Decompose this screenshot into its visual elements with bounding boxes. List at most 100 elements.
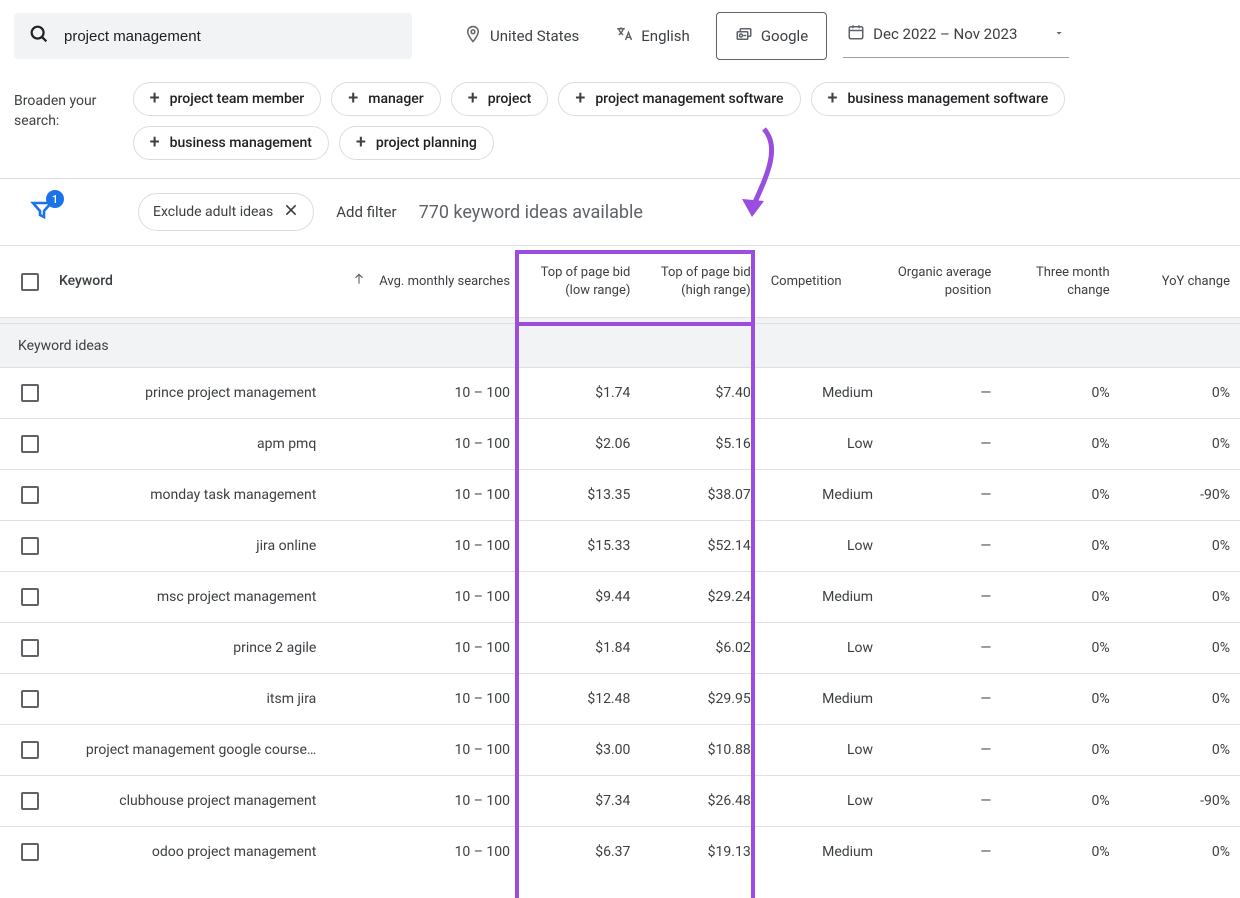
chip-label: project management software	[595, 91, 783, 107]
col-three-month[interactable]: Three month change	[1001, 246, 1119, 318]
row-checkbox-cell[interactable]	[0, 470, 49, 521]
search-input[interactable]	[64, 28, 398, 45]
checkbox-icon[interactable]	[21, 792, 39, 810]
broaden-chip[interactable]: +business management	[133, 126, 329, 160]
row-checkbox-cell[interactable]	[0, 572, 49, 623]
row-checkbox-cell[interactable]	[0, 776, 49, 827]
keyword-cell[interactable]: clubhouse project management	[49, 776, 326, 827]
keyword-cell[interactable]: jira online	[49, 521, 326, 572]
competition-cell: Low	[761, 623, 883, 674]
checkbox-icon[interactable]	[21, 588, 39, 606]
date-range-label: Dec 2022 – Nov 2023	[873, 25, 1017, 43]
col-competition[interactable]: Competition	[761, 246, 883, 318]
keyword-cell[interactable]: prince 2 agile	[49, 623, 326, 674]
keyword-cell[interactable]: project management google course…	[49, 725, 326, 776]
competition-cell: Medium	[761, 674, 883, 725]
chip-label: project planning	[376, 135, 477, 151]
row-checkbox-cell[interactable]	[0, 674, 49, 725]
search-box[interactable]	[14, 13, 412, 59]
yoy-cell: 0%	[1120, 623, 1240, 674]
competition-cell: Low	[761, 521, 883, 572]
col-bid-high[interactable]: Top of page bid (high range)	[640, 246, 760, 318]
table-row: odoo project management10 – 100$6.37$19.…	[0, 827, 1240, 878]
row-checkbox-cell[interactable]	[0, 725, 49, 776]
yoy-cell: 0%	[1120, 725, 1240, 776]
bid-low-cell: $12.48	[520, 674, 640, 725]
close-icon[interactable]	[283, 202, 299, 222]
keyword-cell[interactable]: msc project management	[49, 572, 326, 623]
yoy-cell: 0%	[1120, 827, 1240, 878]
keyword-cell[interactable]: itsm jira	[49, 674, 326, 725]
col-searches[interactable]: Avg. monthly searches	[326, 246, 520, 318]
broaden-chip[interactable]: +business management software	[811, 82, 1066, 116]
three-month-cell: 0%	[1001, 776, 1119, 827]
bid-low-cell: $13.35	[520, 470, 640, 521]
col-keyword[interactable]: Keyword	[49, 246, 326, 318]
checkbox-icon[interactable]	[21, 741, 39, 759]
searches-cell: 10 – 100	[326, 674, 520, 725]
col-bid-low[interactable]: Top of page bid (low range)	[520, 246, 640, 318]
searches-cell: 10 – 100	[326, 368, 520, 419]
checkbox-icon[interactable]	[21, 537, 39, 555]
bid-low-cell: $3.00	[520, 725, 640, 776]
checkbox-icon[interactable]	[21, 843, 39, 861]
table-row: itsm jira10 – 100$12.48$29.95Medium—0%0%	[0, 674, 1240, 725]
row-checkbox-cell[interactable]	[0, 521, 49, 572]
language-label: English	[641, 27, 690, 45]
date-range-selector[interactable]: Dec 2022 – Nov 2023	[843, 15, 1069, 58]
broaden-chip[interactable]: +project team member	[133, 82, 322, 116]
filter-pill-exclude-adult[interactable]: Exclude adult ideas	[138, 193, 314, 231]
top-toolbar: United States English Google Dec 2022 – …	[0, 0, 1240, 72]
keyword-table: Keyword Avg. monthly searches Top of pag…	[0, 245, 1240, 878]
organic-cell: —	[883, 521, 1001, 572]
col-organic[interactable]: Organic average position	[883, 246, 1001, 318]
bid-high-cell: $52.14	[640, 521, 760, 572]
chip-label: project team member	[170, 91, 305, 107]
broaden-chip[interactable]: +manager	[331, 82, 440, 116]
row-checkbox-cell[interactable]	[0, 623, 49, 674]
searches-cell: 10 – 100	[326, 623, 520, 674]
checkbox-icon[interactable]	[21, 273, 39, 291]
bid-low-cell: $6.37	[520, 827, 640, 878]
checkbox-icon[interactable]	[21, 486, 39, 504]
translate-icon	[615, 25, 633, 47]
table-row: msc project management10 – 100$9.44$29.2…	[0, 572, 1240, 623]
network-icon	[735, 25, 753, 47]
location-selector[interactable]: United States	[454, 17, 589, 55]
row-checkbox-cell[interactable]	[0, 827, 49, 878]
add-filter-button[interactable]: Add filter	[336, 203, 396, 221]
checkbox-icon[interactable]	[21, 435, 39, 453]
three-month-cell: 0%	[1001, 368, 1119, 419]
organic-cell: —	[883, 623, 1001, 674]
row-checkbox-cell[interactable]	[0, 419, 49, 470]
filter-icon-button[interactable]: 1	[30, 198, 54, 226]
broaden-chip[interactable]: +project management software	[558, 82, 800, 116]
checkbox-icon[interactable]	[21, 690, 39, 708]
bid-high-cell: $19.13	[640, 827, 760, 878]
keyword-cell[interactable]: odoo project management	[49, 827, 326, 878]
searches-cell: 10 – 100	[326, 827, 520, 878]
table-row: apm pmq10 – 100$2.06$5.16Low—0%0%	[0, 419, 1240, 470]
three-month-cell: 0%	[1001, 623, 1119, 674]
keyword-cell[interactable]: prince project management	[49, 368, 326, 419]
checkbox-icon[interactable]	[21, 639, 39, 657]
calendar-icon	[847, 23, 865, 45]
organic-cell: —	[883, 776, 1001, 827]
broaden-chip[interactable]: +project	[451, 82, 549, 116]
bid-low-cell: $9.44	[520, 572, 640, 623]
competition-cell: Medium	[761, 572, 883, 623]
checkbox-icon[interactable]	[21, 384, 39, 402]
yoy-cell: -90%	[1120, 776, 1240, 827]
network-selector[interactable]: Google	[716, 12, 827, 60]
broaden-chip[interactable]: +project planning	[339, 126, 494, 160]
keyword-cell[interactable]: monday task management	[49, 470, 326, 521]
col-yoy[interactable]: YoY change	[1120, 246, 1240, 318]
chip-label: project	[488, 91, 532, 107]
bid-low-cell: $1.84	[520, 623, 640, 674]
select-all-cell[interactable]	[0, 246, 49, 318]
language-selector[interactable]: English	[605, 17, 700, 55]
competition-cell: Low	[761, 419, 883, 470]
row-checkbox-cell[interactable]	[0, 368, 49, 419]
keyword-cell[interactable]: apm pmq	[49, 419, 326, 470]
competition-cell: Low	[761, 776, 883, 827]
